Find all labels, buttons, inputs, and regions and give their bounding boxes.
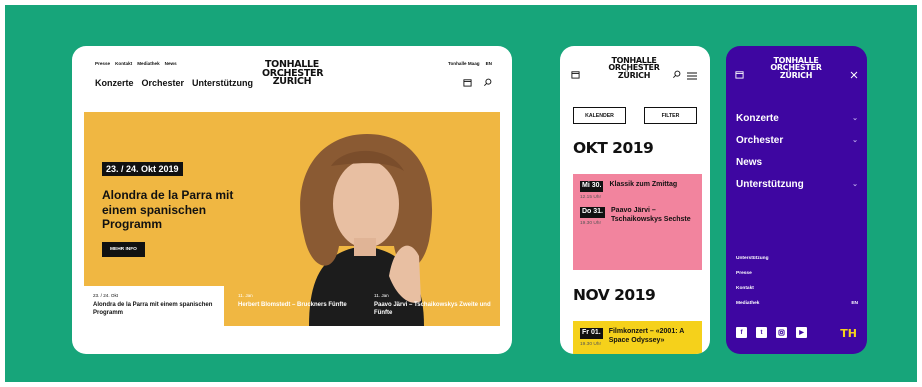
nav-item-unterstuetzung[interactable]: Unterstützung ⌄ xyxy=(736,173,858,195)
utility-nav: Presse Kontakt Mediathek News xyxy=(95,61,177,66)
calendar-icon[interactable] xyxy=(735,66,744,84)
nav-item-orchester[interactable]: Orchester ⌄ xyxy=(736,129,858,151)
event-title: Klassik zum Zmittag xyxy=(609,181,678,188)
month-events: Mi 30. 12.15 Uhr Klassik zum Zmittag Do … xyxy=(573,174,702,270)
phone-calendar-mockup: TONHALLE ORCHESTER ZÜRICH KALENDER FILTE… xyxy=(560,46,710,354)
event-card-date: 23. / 24. Okt xyxy=(93,293,119,298)
site-logo[interactable]: TONHALLE ORCHESTER ZÜRICH xyxy=(604,56,664,80)
event-card[interactable]: 11. Jan Herbert Blomstedt – Bruckners Fü… xyxy=(234,286,362,316)
util-link-presse[interactable]: Presse xyxy=(95,61,110,66)
logo-line: ZÜRICH xyxy=(272,76,312,88)
link-presse[interactable]: Presse xyxy=(736,271,752,286)
site-logo[interactable]: TONHALLE ORCHESTER ZÜRICH xyxy=(766,56,826,80)
event-card-title: Herbert Blomstedt – Bruckners Fünfte xyxy=(238,302,347,308)
nav-item-label: Konzerte xyxy=(736,112,779,124)
util-link-news[interactable]: News xyxy=(165,61,177,66)
event-card-title: Paavo Järvi – Tschaikowskys Zweite und F… xyxy=(374,302,491,317)
search-icon[interactable] xyxy=(672,66,681,84)
nav-item-konzerte[interactable]: Konzerte ⌄ xyxy=(736,107,858,129)
event-card-date: 11. Jan xyxy=(238,293,253,298)
showcase-background: Presse Kontakt Mediathek News Konzerte O… xyxy=(5,5,917,382)
nav-item-label: Unterstützung xyxy=(736,178,804,190)
search-icon[interactable] xyxy=(482,77,492,87)
calendar-icon[interactable] xyxy=(571,66,580,84)
main-nav: Konzerte Orchester Unterstützung xyxy=(95,78,253,88)
month-events: Fr 01. 19.30 Uhr Filmkonzert – «2001: A … xyxy=(573,321,702,354)
logo-line: ZÜRICH xyxy=(779,70,813,80)
link-tonhalle-maag[interactable]: Tonhalle Maag xyxy=(448,61,480,66)
calendar-icon[interactable] xyxy=(462,77,472,87)
tablet-mockup: Presse Kontakt Mediathek News Konzerte O… xyxy=(72,46,512,354)
header-right-links: Tonhalle Maag EN xyxy=(448,61,492,66)
event-day: Mi 30. xyxy=(580,181,604,192)
chevron-down-icon[interactable]: ⌄ xyxy=(852,180,858,188)
site-logo[interactable]: TONHALLE ORCHESTER ZÜRICH xyxy=(262,60,324,88)
chevron-down-icon[interactable]: ⌄ xyxy=(852,114,858,122)
event-item[interactable]: Fr 01. 19.30 Uhr Filmkonzert – «2001: A … xyxy=(580,328,695,347)
event-title: Filmkonzert – «2001: A Space Odyssey» xyxy=(608,328,685,344)
link-unterstuetzung[interactable]: Unterstützung xyxy=(736,256,769,271)
close-icon[interactable] xyxy=(850,66,858,84)
nav-item-label: News xyxy=(736,156,763,168)
social-links: f t ▶ xyxy=(736,327,807,338)
link-mediathek[interactable]: Mediathek xyxy=(736,301,759,316)
event-item[interactable]: Mi 30. 12.15 Uhr Klassik zum Zmittag xyxy=(580,181,695,200)
event-time: 12.15 Uhr xyxy=(580,195,602,200)
nav-orchester[interactable]: Orchester xyxy=(142,78,185,88)
chevron-down-icon[interactable]: ⌄ xyxy=(852,136,858,144)
hero-title[interactable]: Alondra de la Parra mit einem spanischen… xyxy=(102,188,262,232)
language-switch[interactable]: EN xyxy=(851,301,858,316)
filter-buttons: KALENDER FILTER xyxy=(573,107,697,124)
event-card[interactable]: 11. Jan Paavo Järvi – Tschaikowskys Zwei… xyxy=(370,286,495,324)
nav-unterstuetzung[interactable]: Unterstützung xyxy=(192,78,253,88)
event-item[interactable]: Do 31. 19.30 Uhr Paavo Järvi – Tschaikow… xyxy=(580,207,695,226)
language-switch[interactable]: EN xyxy=(486,61,492,66)
twitter-icon[interactable]: t xyxy=(756,327,767,338)
instagram-icon[interactable] xyxy=(776,327,787,338)
event-time: 19.30 Uhr xyxy=(580,221,602,226)
event-card-date: 11. Jan xyxy=(374,293,389,298)
header-icons xyxy=(462,77,492,87)
secondary-links: Unterstützung Presse Kontakt Mediathek E… xyxy=(736,256,858,316)
link-kontakt[interactable]: Kontakt xyxy=(736,286,754,301)
event-card[interactable]: 23. / 24. Okt Alondra de la Parra mit ei… xyxy=(84,286,224,326)
mobile-nav: Konzerte ⌄ Orchester ⌄ News Unterstützun… xyxy=(736,107,858,195)
util-link-mediathek[interactable]: Mediathek xyxy=(137,61,159,66)
event-day: Do 31. xyxy=(580,207,606,218)
youtube-icon[interactable]: ▶ xyxy=(796,327,807,338)
nav-konzerte[interactable]: Konzerte xyxy=(95,78,134,88)
menu-icon[interactable] xyxy=(687,67,697,85)
event-time: 19.30 Uhr xyxy=(580,342,602,347)
phone-menu-mockup: TONHALLE ORCHESTER ZÜRICH Konzerte ⌄ Orc… xyxy=(726,46,867,354)
filter-button[interactable]: FILTER xyxy=(644,107,697,124)
logo-line: ZÜRICH xyxy=(617,70,651,80)
util-link-kontakt[interactable]: Kontakt xyxy=(115,61,132,66)
brand-mark: TH xyxy=(840,327,857,340)
hero-date-tag: 23. / 24. Okt 2019 xyxy=(102,162,183,176)
nav-item-label: Orchester xyxy=(736,134,784,146)
month-heading: NOV 2019 xyxy=(573,286,656,304)
event-card-title: Alondra de la Parra mit einem spanischen… xyxy=(93,302,213,317)
nav-item-news[interactable]: News xyxy=(736,151,858,173)
facebook-icon[interactable]: f xyxy=(736,327,747,338)
event-title: Paavo Järvi – Tschaikowskys Sechste xyxy=(611,207,691,223)
calendar-button[interactable]: KALENDER xyxy=(573,107,626,124)
more-info-button[interactable]: MEHR INFO xyxy=(102,242,145,257)
event-day: Fr 01. xyxy=(580,328,603,339)
month-heading: OKT 2019 xyxy=(573,139,654,157)
